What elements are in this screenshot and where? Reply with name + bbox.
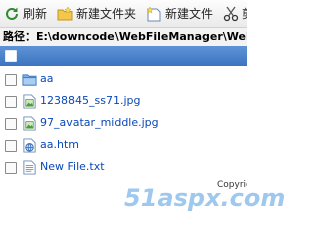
file-row-aa[interactable]: aa — [0, 69, 247, 91]
text-file-icon — [23, 160, 36, 175]
new-folder-label: 新建文件夹 — [76, 7, 137, 21]
file-row-new-file-txt[interactable]: New File.txt — [0, 157, 247, 179]
select-all-checkbox[interactable] — [5, 50, 17, 62]
file-name[interactable]: 1238845_ss71.jpg — [40, 94, 140, 107]
row-checkbox[interactable] — [5, 140, 17, 152]
refresh-label: 刷新 — [23, 7, 48, 21]
new-file-icon — [146, 5, 161, 21]
row-checkbox[interactable] — [5, 74, 17, 86]
file-list-header — [0, 46, 247, 66]
file-name[interactable]: 97_avatar_middle.jpg — [40, 116, 159, 129]
folder-icon — [22, 74, 37, 86]
new-folder-icon — [57, 5, 73, 20]
new-folder-button[interactable]: 新建文件夹 — [53, 4, 142, 24]
site-watermark: 51aspx.com — [124, 184, 286, 212]
row-checkbox[interactable] — [5, 118, 17, 130]
cut-icon — [223, 6, 239, 21]
new-file-button[interactable]: 新建文件 — [142, 4, 219, 24]
html-file-icon — [23, 138, 36, 153]
toolbar: 刷新 新建文件夹 新建文件 剪切 — [0, 0, 247, 28]
file-name[interactable]: New File.txt — [40, 160, 105, 173]
refresh-icon — [6, 7, 18, 20]
new-file-label: 新建文件 — [165, 7, 214, 21]
file-row-aa-htm[interactable]: aa.htm — [0, 135, 247, 157]
file-name[interactable]: aa.htm — [40, 138, 79, 151]
row-checkbox[interactable] — [5, 162, 17, 174]
image-file-icon — [23, 94, 36, 109]
refresh-button[interactable]: 刷新 — [0, 4, 53, 24]
file-row-1238845-ss71[interactable]: 1238845_ss71.jpg — [0, 91, 247, 113]
file-row-97-avatar-middle[interactable]: 97_avatar_middle.jpg — [0, 113, 247, 135]
path-text: 路径：E:\downcode\WebFileManager\Web\User — [3, 30, 247, 43]
file-name[interactable]: aa — [40, 72, 53, 85]
path-bar: 路径：E:\downcode\WebFileManager\Web\User — [0, 28, 247, 47]
cut-label: 剪切 — [242, 5, 247, 22]
cut-button[interactable]: 剪切 — [219, 4, 247, 24]
row-checkbox[interactable] — [5, 96, 17, 108]
image-file-icon — [23, 116, 36, 131]
